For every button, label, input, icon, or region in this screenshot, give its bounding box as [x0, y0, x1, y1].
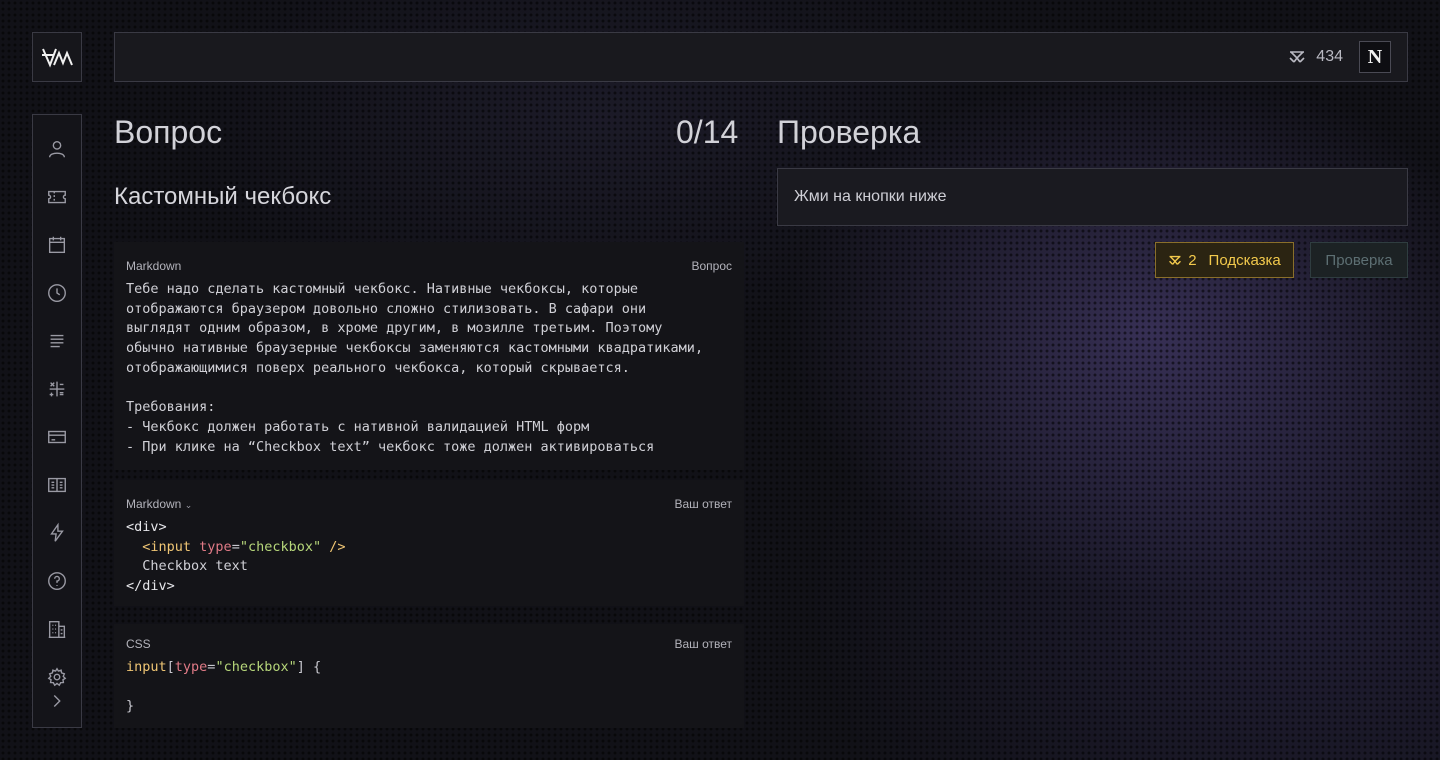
help-icon [48, 572, 66, 590]
question-description-block: Markdown Вопрос Тебе надо сделать кастом… [114, 242, 744, 470]
code-line: } [126, 698, 135, 715]
coins-counter[interactable]: 434 [1288, 48, 1343, 66]
html-code-editor[interactable]: <div> <input type="checkbox" /> Checkbox… [126, 518, 732, 597]
code-line: <div> [126, 519, 167, 535]
calendar-icon [48, 236, 66, 254]
description-line: - Чекбокс должен работать с нативной вал… [126, 418, 590, 435]
description-line: - При клике на “Checkbox text” чекбокс т… [126, 438, 655, 455]
coin-stack-icon [1289, 51, 1305, 63]
book-icon [48, 477, 66, 493]
code-line: Checkbox text [126, 558, 248, 575]
description-line: выглядят одним образом, в хроме другим, … [126, 320, 663, 337]
block-header: Markdown ⌄ Ваш ответ [126, 496, 732, 512]
description-line: отображаются браузером довольно сложно с… [126, 300, 647, 317]
question-heading: Вопрос [114, 114, 223, 150]
code-line: </div> [126, 578, 175, 595]
chevron-right-icon [53, 695, 61, 707]
block-lang-label: Markdown [126, 497, 182, 511]
code-eq: = [231, 538, 240, 555]
coins-count: 434 [1316, 48, 1343, 65]
code-bracket: [ [166, 659, 175, 675]
sidebar-item-help[interactable] [33, 557, 81, 605]
list-icon [50, 334, 64, 348]
block-lang-dropdown[interactable]: Markdown ⌄ [126, 497, 192, 511]
description-line: Требования: [126, 399, 216, 416]
description-line: отображающимися поверх реального чекбокс… [126, 359, 630, 376]
sidebar-item-history[interactable] [33, 269, 81, 317]
hint-label: Подсказка [1208, 251, 1281, 269]
code-attr: type [199, 538, 232, 555]
description-line [126, 379, 732, 399]
code-string: "checkbox" [239, 538, 322, 555]
block-header: CSS Ваш ответ [126, 636, 732, 652]
description-line: обычно нативные браузерные чекбоксы заме… [126, 340, 704, 357]
code-tag-close: /> [321, 538, 346, 555]
sidebar-item-calendar[interactable] [33, 221, 81, 269]
math-icon [49, 381, 65, 397]
sidebar-item-tickets[interactable] [33, 173, 81, 221]
code-line: input[type="checkbox"] { [126, 658, 732, 678]
sidebar-item-quick[interactable] [33, 509, 81, 557]
sidebar-item-list[interactable] [33, 317, 81, 365]
top-bar: 434 N [114, 32, 1408, 82]
brand-logo-icon [42, 48, 73, 68]
question-counter: 0/14 [676, 114, 739, 150]
code-attr: type [174, 659, 208, 675]
block-lang-label: CSS [126, 637, 151, 651]
clock-icon [48, 284, 66, 302]
block-role-label: Ваш ответ [674, 637, 732, 651]
check-heading: Проверка [777, 114, 921, 150]
hint-button[interactable]: 2 Подсказка [1155, 242, 1294, 278]
sidebar-item-math[interactable] [33, 365, 81, 413]
sidebar-item-company[interactable] [33, 605, 81, 653]
css-answer-block[interactable]: CSS Ваш ответ input[type="checkbox"] {} [114, 624, 744, 728]
sidebar-expand-button[interactable] [33, 677, 81, 725]
code-bracket: ] { [296, 659, 322, 675]
html-answer-block[interactable]: Markdown ⌄ Ваш ответ <div> <input type="… [114, 480, 744, 606]
check-result-text: Жми на кнопки ниже [794, 188, 947, 205]
user-icon [48, 140, 66, 158]
check-button[interactable]: Проверка [1310, 242, 1408, 278]
code-tag: <input [142, 538, 200, 555]
chevron-down-icon: ⌄ [184, 500, 193, 510]
css-code-editor[interactable]: input[type="checkbox"] {} [126, 658, 732, 717]
app-logo[interactable] [32, 32, 82, 82]
question-description-text: Тебе надо сделать кастомный чекбокс. Нат… [126, 280, 732, 457]
sidebar-item-profile[interactable] [33, 125, 81, 173]
block-role-label: Ваш ответ [674, 497, 732, 511]
block-lang-label: Markdown [126, 259, 182, 273]
code-selector: input [126, 659, 167, 675]
task-title: Кастомный чекбокс [114, 183, 332, 210]
sidebar-item-payment[interactable] [33, 413, 81, 461]
card-icon [48, 430, 66, 444]
sidebar [32, 114, 82, 728]
hint-count: 2 [1188, 251, 1197, 269]
block-role-label: Вопрос [691, 259, 732, 273]
avatar[interactable]: N [1359, 41, 1391, 73]
code-string: "checkbox" [215, 659, 297, 675]
block-header: Markdown Вопрос [126, 258, 732, 274]
check-result-box: Жми на кнопки ниже [777, 168, 1408, 226]
coin-stack-icon [1169, 255, 1182, 265]
code-line: <input type="checkbox" /> [126, 538, 732, 558]
lightning-icon [50, 522, 64, 542]
sidebar-item-library[interactable] [33, 461, 81, 509]
ticket-icon [48, 190, 66, 204]
building-icon [48, 620, 66, 638]
description-line: Тебе надо сделать кастомный чекбокс. Нат… [126, 281, 639, 297]
